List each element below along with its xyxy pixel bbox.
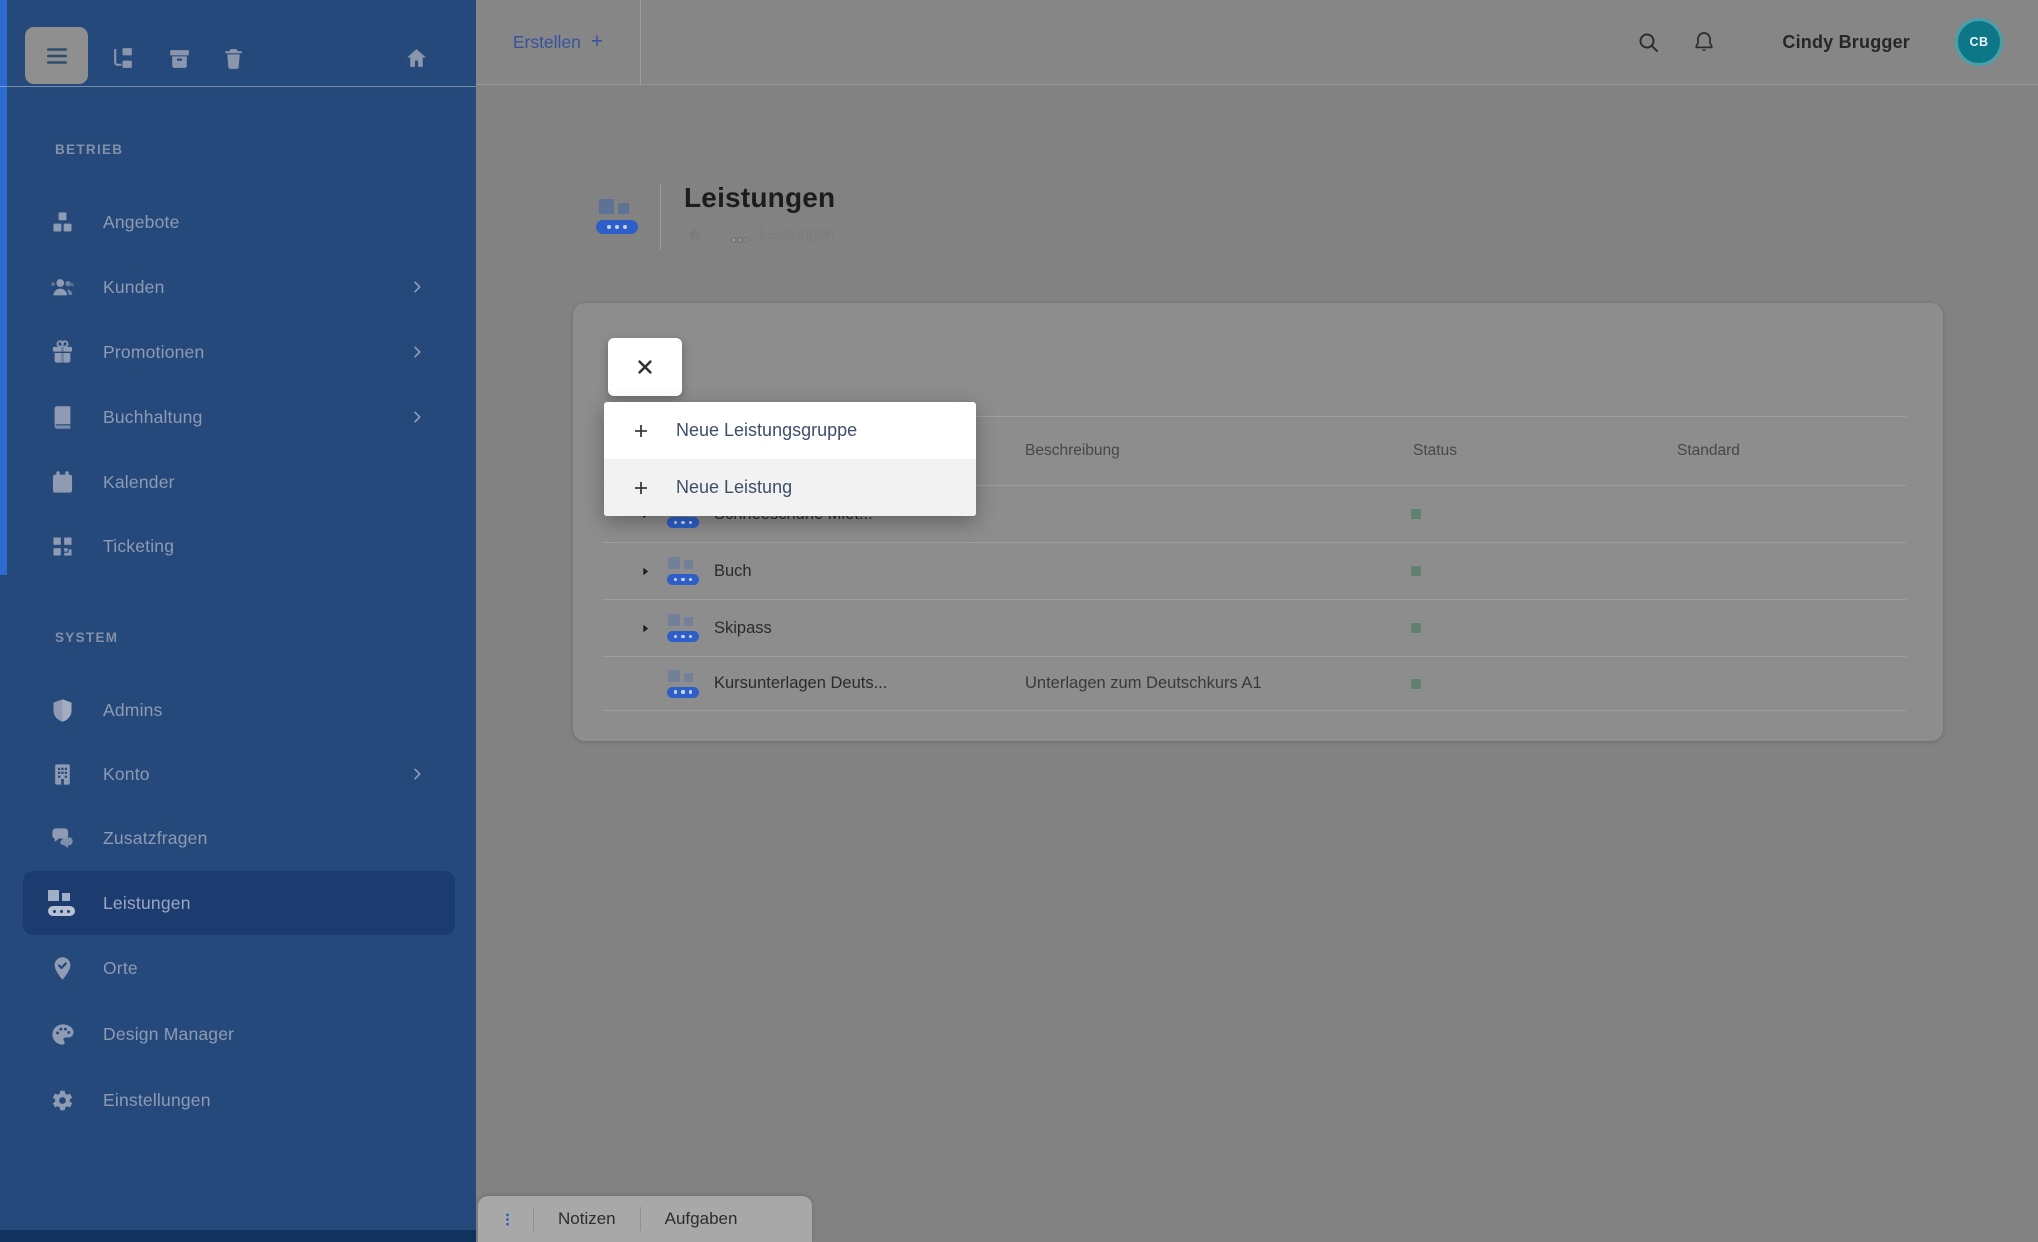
plus-icon — [632, 479, 650, 497]
create-popover: Neue Leistungsgruppe Neue Leistung — [604, 332, 976, 516]
plus-icon — [632, 422, 650, 440]
menu-item-neue-leistungsgruppe[interactable]: Neue Leistungsgruppe — [604, 402, 976, 459]
close-icon — [635, 357, 655, 377]
menu-item-label: Neue Leistungsgruppe — [676, 420, 857, 441]
modal-backdrop[interactable] — [0, 0, 2038, 1242]
create-menu: Neue Leistungsgruppe Neue Leistung — [604, 402, 976, 516]
menu-item-label: Neue Leistung — [676, 477, 792, 498]
menu-item-neue-leistung[interactable]: Neue Leistung — [604, 459, 976, 516]
close-button[interactable] — [608, 338, 682, 396]
app-screen: BETRIEB Angebote Kunden Promotionen Buch… — [0, 0, 2038, 1242]
